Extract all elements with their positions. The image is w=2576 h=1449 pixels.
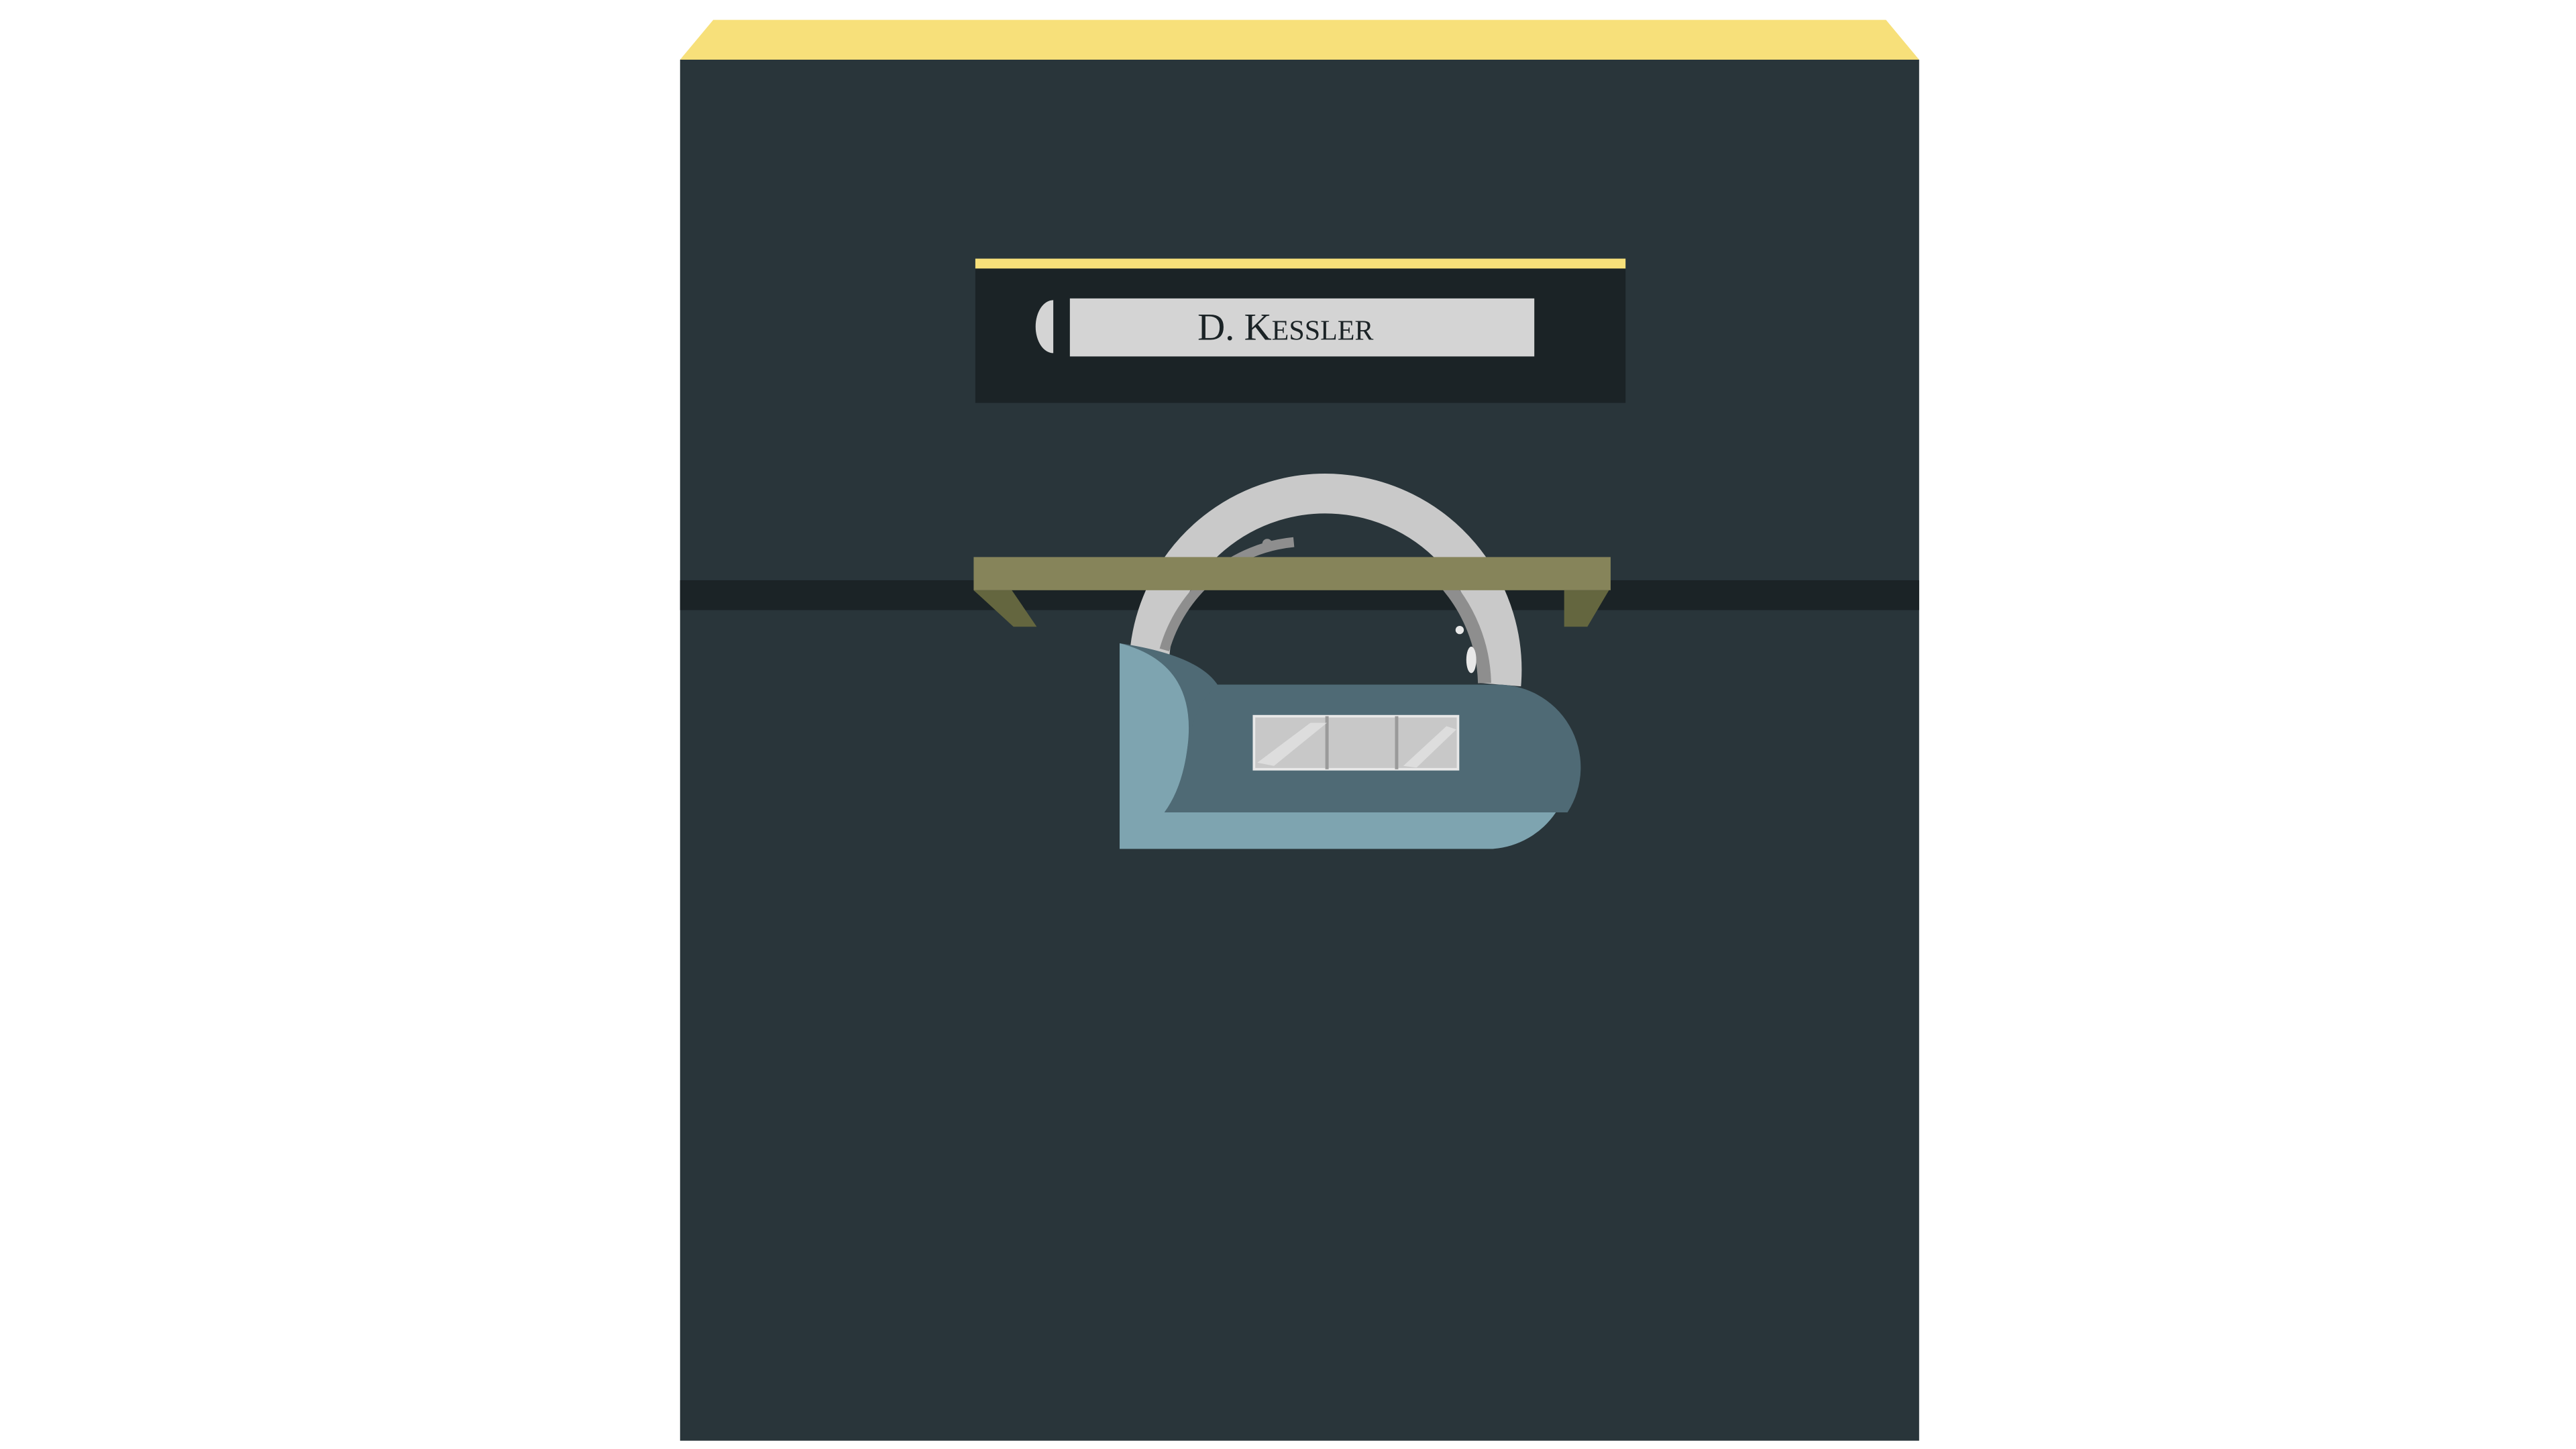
padlock-shackle-highlight	[1466, 646, 1477, 674]
nameplate-accent	[975, 258, 1626, 269]
locker-scene: D. KESSLER	[0, 0, 2576, 1449]
nameplate-name-initial: D. K	[1197, 307, 1272, 349]
nameplate: D. KESSLER	[975, 258, 1626, 403]
locker-top-trim	[680, 19, 1919, 60]
hasp-plate	[973, 557, 1611, 590]
nameplate-name-rest: ESSLER	[1272, 316, 1374, 347]
padlock-shackle-rivet-2	[1455, 625, 1464, 635]
padlock-shackle-rivet	[1262, 539, 1273, 549]
